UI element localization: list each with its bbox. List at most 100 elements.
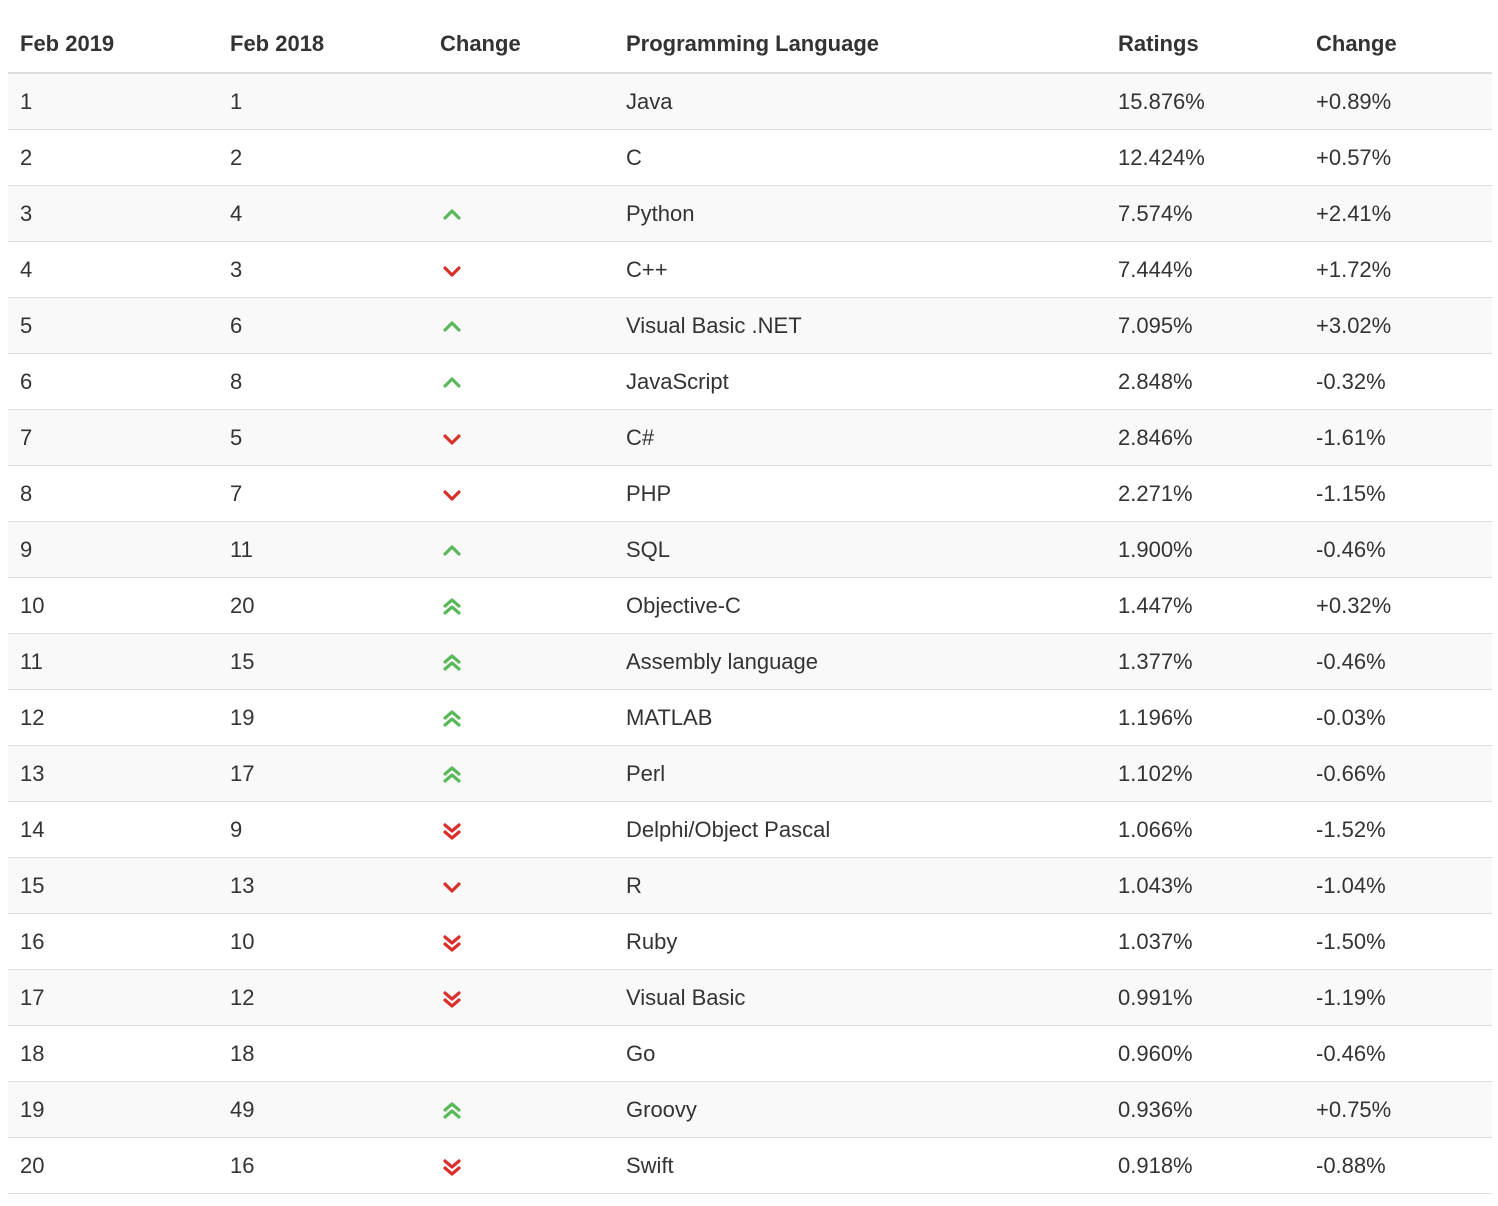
rating-cell: 0.991% <box>1106 969 1304 1026</box>
language-cell: Visual Basic <box>614 969 1106 1026</box>
rating-cell: 2.846% <box>1106 409 1304 466</box>
trend-cell <box>428 633 614 690</box>
rank-2019-cell: 12 <box>8 689 218 746</box>
table-row: 15 13 R 1.043% -1.04% <box>8 857 1492 914</box>
rating-change-cell: +0.89% <box>1304 73 1492 130</box>
table-row: 3 4 Python 7.574% +2.41% <box>8 185 1492 242</box>
rank-2019-cell: 14 <box>8 801 218 858</box>
table-row: 7 5 C# 2.846% -1.61% <box>8 409 1492 466</box>
rating-change-cell: -0.66% <box>1304 745 1492 802</box>
double-chevron-down-icon <box>440 931 464 955</box>
rating-cell: 1.196% <box>1106 689 1304 746</box>
rank-2018-cell: 20 <box>218 577 428 634</box>
double-chevron-up-icon <box>440 707 464 731</box>
language-cell: Groovy <box>614 1081 1106 1138</box>
language-cell: Swift <box>614 1137 1106 1194</box>
rank-2018-cell: 49 <box>218 1081 428 1138</box>
language-cell: Perl <box>614 745 1106 802</box>
rating-change-cell: +3.02% <box>1304 297 1492 354</box>
trend-cell <box>428 465 614 522</box>
rank-2019-cell: 19 <box>8 1081 218 1138</box>
trend-cell <box>428 353 614 410</box>
rating-change-cell: -0.46% <box>1304 521 1492 578</box>
rating-cell: 1.377% <box>1106 633 1304 690</box>
trend-cell <box>428 73 614 130</box>
table-row: 2 2 C 12.424% +0.57% <box>8 129 1492 186</box>
rank-2018-cell: 8 <box>218 353 428 410</box>
chevron-up-icon <box>440 371 464 395</box>
trend-cell <box>428 577 614 634</box>
rank-2018-cell: 6 <box>218 297 428 354</box>
rank-2019-cell: 16 <box>8 913 218 970</box>
table-row: 13 17 Perl 1.102% -0.66% <box>8 745 1492 802</box>
trend-cell <box>428 1081 614 1138</box>
double-chevron-down-icon <box>440 1155 464 1179</box>
header-programming-language: Programming Language <box>614 16 1106 74</box>
table-row: 12 19 MATLAB 1.196% -0.03% <box>8 689 1492 746</box>
header-rating-change: Change <box>1304 16 1492 74</box>
chevron-up-icon <box>440 203 464 227</box>
language-cell: Java <box>614 73 1106 130</box>
rating-change-cell: -1.61% <box>1304 409 1492 466</box>
language-cell: SQL <box>614 521 1106 578</box>
rating-change-cell: +0.57% <box>1304 129 1492 186</box>
rating-cell: 0.960% <box>1106 1025 1304 1082</box>
header-ratings: Ratings <box>1106 16 1304 74</box>
language-cell: PHP <box>614 465 1106 522</box>
rating-change-cell: +0.75% <box>1304 1081 1492 1138</box>
table-row: 9 11 SQL 1.900% -0.46% <box>8 521 1492 578</box>
table-row: 4 3 C++ 7.444% +1.72% <box>8 241 1492 298</box>
rating-change-cell: -0.46% <box>1304 1025 1492 1082</box>
language-cell: Assembly language <box>614 633 1106 690</box>
trend-cell <box>428 689 614 746</box>
trend-cell <box>428 129 614 186</box>
trend-cell <box>428 745 614 802</box>
rating-cell: 2.848% <box>1106 353 1304 410</box>
table-row: 5 6 Visual Basic .NET 7.095% +3.02% <box>8 297 1492 354</box>
rating-cell: 15.876% <box>1106 73 1304 130</box>
chevron-up-icon <box>440 315 464 339</box>
rating-change-cell: -0.46% <box>1304 633 1492 690</box>
table-row: 18 18 Go 0.960% -0.46% <box>8 1025 1492 1082</box>
rating-cell: 1.900% <box>1106 521 1304 578</box>
rank-2018-cell: 10 <box>218 913 428 970</box>
rank-2019-cell: 3 <box>8 185 218 242</box>
language-cell: Delphi/Object Pascal <box>614 801 1106 858</box>
rating-cell: 7.095% <box>1106 297 1304 354</box>
rank-2018-cell: 11 <box>218 521 428 578</box>
language-cell: C++ <box>614 241 1106 298</box>
rank-2019-cell: 17 <box>8 969 218 1026</box>
rating-cell: 1.043% <box>1106 857 1304 914</box>
rating-cell: 2.271% <box>1106 465 1304 522</box>
rank-2019-cell: 7 <box>8 409 218 466</box>
rank-2018-cell: 12 <box>218 969 428 1026</box>
rank-2018-cell: 9 <box>218 801 428 858</box>
double-chevron-up-icon <box>440 595 464 619</box>
table-header: Feb 2019 Feb 2018 Change Programming Lan… <box>8 16 1492 74</box>
language-cell: Objective-C <box>614 577 1106 634</box>
table-row: 1 1 Java 15.876% +0.89% <box>8 73 1492 130</box>
rating-change-cell: +2.41% <box>1304 185 1492 242</box>
rank-2019-cell: 9 <box>8 521 218 578</box>
rank-2018-cell: 4 <box>218 185 428 242</box>
rank-2019-cell: 20 <box>8 1137 218 1194</box>
table-row: 16 10 Ruby 1.037% -1.50% <box>8 913 1492 970</box>
rating-cell: 0.918% <box>1106 1137 1304 1194</box>
chevron-down-icon <box>440 875 464 899</box>
trend-cell <box>428 521 614 578</box>
language-cell: Visual Basic .NET <box>614 297 1106 354</box>
language-cell: R <box>614 857 1106 914</box>
rank-2018-cell: 17 <box>218 745 428 802</box>
language-cell: Python <box>614 185 1106 242</box>
double-chevron-down-icon <box>440 819 464 843</box>
trend-cell <box>428 297 614 354</box>
rank-2018-cell: 19 <box>218 689 428 746</box>
rank-2019-cell: 6 <box>8 353 218 410</box>
rating-change-cell: -1.19% <box>1304 969 1492 1026</box>
rank-2018-cell: 5 <box>218 409 428 466</box>
rank-2018-cell: 7 <box>218 465 428 522</box>
rank-2019-cell: 4 <box>8 241 218 298</box>
table-row: 17 12 Visual Basic 0.991% -1.19% <box>8 969 1492 1026</box>
rank-2019-cell: 5 <box>8 297 218 354</box>
trend-cell <box>428 241 614 298</box>
